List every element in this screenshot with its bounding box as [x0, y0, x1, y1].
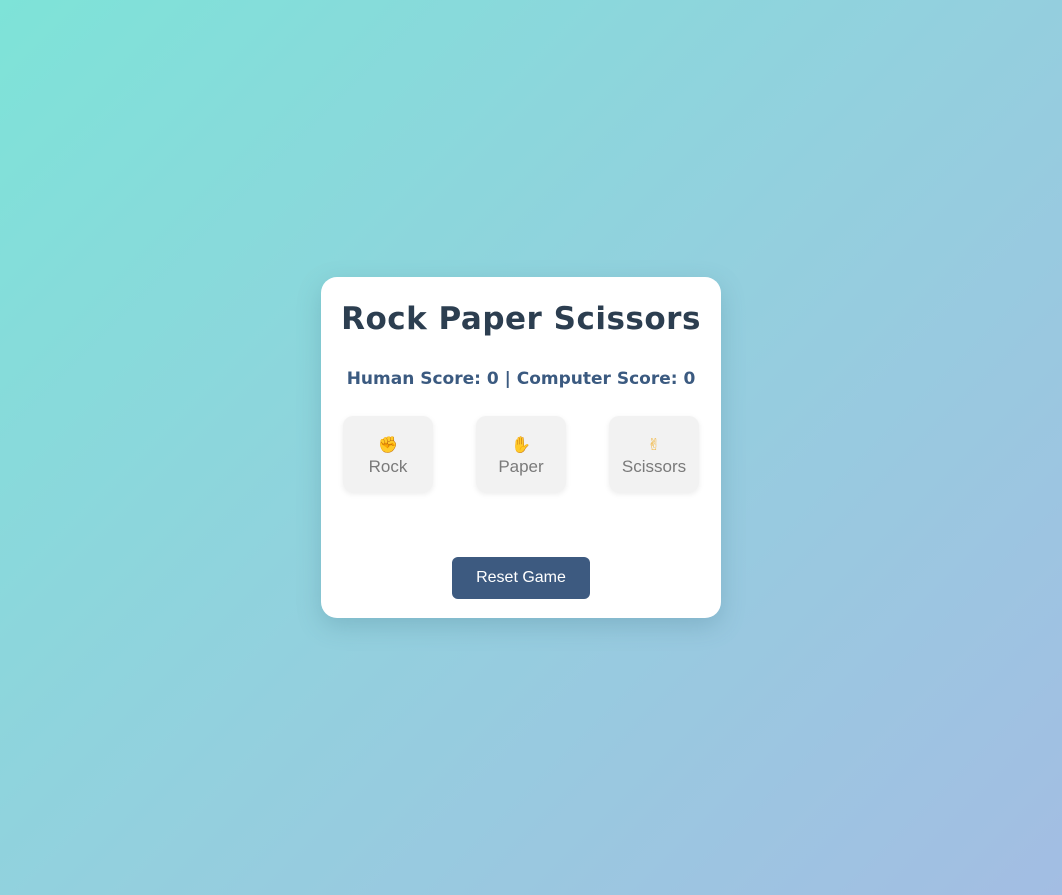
game-title: Rock Paper Scissors — [341, 301, 701, 337]
paper-label: Paper — [498, 456, 544, 476]
raised-hand-icon: ✋ — [511, 434, 531, 454]
scissors-button[interactable]: ✌ Scissors — [609, 416, 699, 492]
reset-game-button[interactable]: Reset Game — [452, 557, 590, 599]
victory-hand-icon: ✌ — [647, 434, 661, 454]
rock-button[interactable]: ✊ Rock — [343, 416, 433, 492]
paper-button[interactable]: ✋ Paper — [476, 416, 566, 492]
rock-label: Rock — [368, 456, 408, 476]
raised-fist-icon: ✊ — [378, 434, 398, 454]
scissors-label: Scissors — [621, 456, 687, 476]
score-display: Human Score: 0 | Computer Score: 0 — [346, 369, 696, 389]
game-card: Rock Paper Scissors Human Score: 0 | Com… — [321, 277, 721, 618]
